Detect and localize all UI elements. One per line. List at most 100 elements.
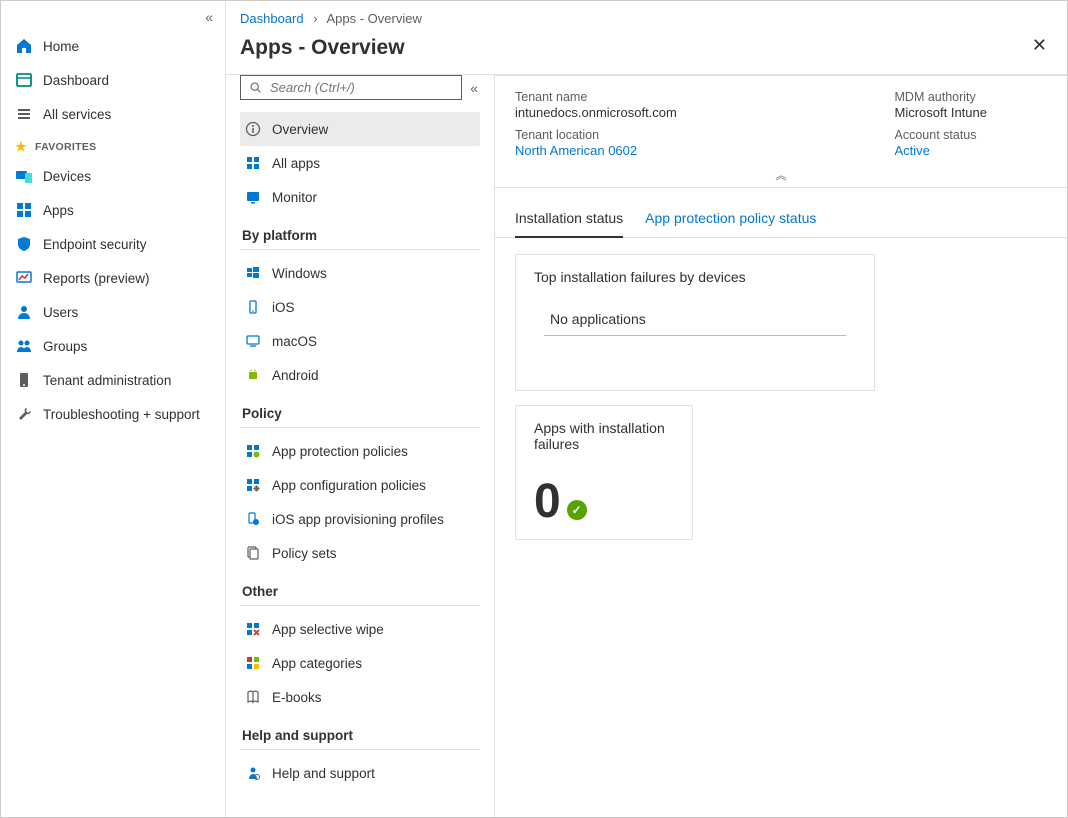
subnav-label: E-books — [272, 690, 322, 705]
subnav-label: Android — [272, 368, 319, 383]
tab-installation-status[interactable]: Installation status — [515, 210, 623, 238]
subnav-monitor[interactable]: Monitor — [240, 180, 480, 214]
mdm-authority-label: MDM authority — [895, 90, 988, 104]
subnav-all-apps[interactable]: All apps — [240, 146, 480, 180]
card-failures-count: Apps with installation failures 0 ✓ — [515, 405, 693, 540]
subnav-android[interactable]: Android — [240, 358, 480, 392]
grid-icon — [244, 154, 262, 172]
tenant-admin-icon — [15, 371, 33, 389]
subnav-label: Monitor — [272, 190, 317, 205]
breadcrumb-root[interactable]: Dashboard — [240, 11, 304, 26]
subnav-app-categories[interactable]: App categories — [240, 646, 480, 680]
android-icon — [244, 366, 262, 384]
subnav-selective-wipe[interactable]: App selective wipe — [240, 612, 480, 646]
subnav-ios[interactable]: iOS — [240, 290, 480, 324]
search-box[interactable] — [240, 75, 462, 100]
provisioning-icon — [244, 510, 262, 528]
nav-devices[interactable]: Devices — [1, 159, 225, 193]
nav-label: Apps — [43, 203, 74, 218]
book-icon — [244, 688, 262, 706]
section-policy: Policy — [240, 392, 480, 428]
nav-all-services[interactable]: All services — [1, 97, 225, 131]
nav-home[interactable]: Home — [1, 29, 225, 63]
app-config-icon — [244, 476, 262, 494]
tenant-location-label: Tenant location — [515, 128, 677, 142]
account-status-value[interactable]: Active — [895, 143, 988, 158]
subnav-label: Help and support — [272, 766, 375, 781]
nav-troubleshooting[interactable]: Troubleshooting + support — [1, 397, 225, 431]
tenant-collapse-button[interactable]: ︽ — [495, 166, 1067, 188]
nav-label: Tenant administration — [43, 373, 171, 388]
subpanel-collapse-button[interactable]: « — [468, 80, 480, 96]
nav-label: Home — [43, 39, 79, 54]
wipe-icon — [244, 620, 262, 638]
subnav-help-support[interactable]: Help and support — [240, 756, 480, 790]
groups-icon — [15, 337, 33, 355]
subnav-app-config[interactable]: App configuration policies — [240, 468, 480, 502]
wrench-icon — [15, 405, 33, 423]
nav-apps[interactable]: Apps — [1, 193, 225, 227]
subnav-app-protection[interactable]: App protection policies — [240, 434, 480, 468]
nav-endpoint-security[interactable]: Endpoint security — [1, 227, 225, 261]
account-status-label: Account status — [895, 128, 988, 142]
subnav-windows[interactable]: Windows — [240, 256, 480, 290]
secondary-sidebar: « Overview All apps — [226, 75, 495, 817]
home-icon — [15, 37, 33, 55]
categories-icon — [244, 654, 262, 672]
subnav-label: Policy sets — [272, 546, 337, 561]
subnav-overview[interactable]: Overview — [240, 112, 480, 146]
section-other: Other — [240, 570, 480, 606]
devices-icon — [15, 167, 33, 185]
ios-icon — [244, 298, 262, 316]
nav-dashboard[interactable]: Dashboard — [1, 63, 225, 97]
monitor-icon — [244, 188, 262, 206]
tenant-name-label: Tenant name — [515, 90, 677, 104]
search-input[interactable] — [270, 80, 453, 95]
tenant-location-value[interactable]: North American 0602 — [515, 143, 677, 158]
nav-users[interactable]: Users — [1, 295, 225, 329]
list-icon — [15, 105, 33, 123]
card-title: Apps with installation failures — [534, 420, 674, 452]
nav-groups[interactable]: Groups — [1, 329, 225, 363]
breadcrumb-sep: › — [313, 11, 317, 26]
windows-icon — [244, 264, 262, 282]
section-by-platform: By platform — [240, 214, 480, 250]
user-icon — [15, 303, 33, 321]
subnav-label: Overview — [272, 122, 328, 137]
check-icon: ✓ — [567, 500, 587, 520]
subnav-ios-provisioning[interactable]: iOS app provisioning profiles — [240, 502, 480, 536]
subnav-policy-sets[interactable]: Policy sets — [240, 536, 480, 570]
subnav-ebooks[interactable]: E-books — [240, 680, 480, 714]
primary-sidebar: « Home Dashboard All services ★ FAVORITE… — [1, 1, 226, 817]
nav-label: Users — [43, 305, 78, 320]
shield-icon — [15, 235, 33, 253]
nav-reports[interactable]: Reports (preview) — [1, 261, 225, 295]
nav-label: Endpoint security — [43, 237, 147, 252]
nav-label: All services — [43, 107, 111, 122]
subnav-label: App categories — [272, 656, 362, 671]
tab-bar: Installation status App protection polic… — [495, 188, 1067, 238]
nav-tenant-admin[interactable]: Tenant administration — [1, 363, 225, 397]
close-button[interactable]: ✕ — [1026, 34, 1053, 56]
tenant-summary: Tenant name intunedocs.onmicrosoft.com T… — [495, 75, 1067, 166]
reports-icon — [15, 269, 33, 287]
nav-label: Troubleshooting + support — [43, 407, 200, 422]
subnav-label: iOS — [272, 300, 295, 315]
subnav-label: App configuration policies — [272, 478, 426, 493]
breadcrumb-current: Apps - Overview — [326, 11, 421, 26]
nav-label: Groups — [43, 339, 87, 354]
card-top-failures: Top installation failures by devices No … — [515, 254, 875, 391]
app-protection-icon — [244, 442, 262, 460]
sidebar-collapse-button[interactable]: « — [1, 9, 225, 29]
info-icon — [244, 120, 262, 138]
section-help: Help and support — [240, 714, 480, 750]
apps-icon — [15, 201, 33, 219]
tab-app-protection-status[interactable]: App protection policy status — [645, 210, 816, 237]
tenant-name-value: intunedocs.onmicrosoft.com — [515, 105, 677, 120]
nav-label: Devices — [43, 169, 91, 184]
breadcrumb: Dashboard › Apps - Overview — [226, 1, 1067, 30]
policy-sets-icon — [244, 544, 262, 562]
search-icon — [249, 81, 262, 94]
subnav-label: iOS app provisioning profiles — [272, 512, 444, 527]
subnav-macos[interactable]: macOS — [240, 324, 480, 358]
